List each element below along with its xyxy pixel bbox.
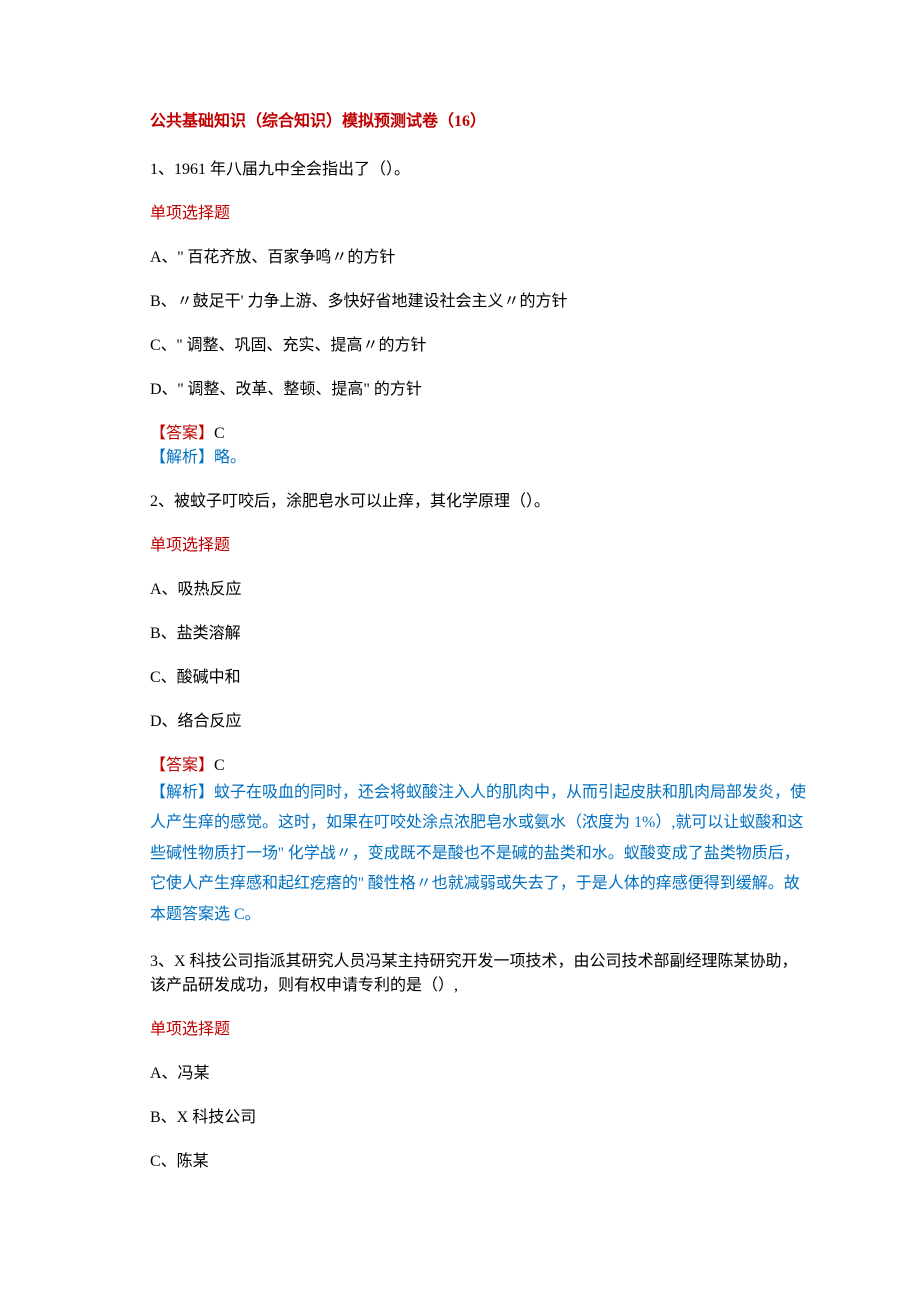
question-2-answer-block: 【答案】C 【解析】蚊子在吸血的同时，还会将蚁酸注入人的肌肉中，从而引起皮肤和肌… (150, 754, 810, 930)
question-2-type: 单项选择题 (150, 534, 810, 558)
question-2-text: 2、被蚊子叮咬后，涂肥皂水可以止痒，其化学原理（）。 (150, 490, 810, 514)
analysis-label: 【解析】 (150, 784, 214, 801)
answer-label: 【答案】 (150, 425, 214, 442)
document-page: 公共基础知识（综合知识）模拟预测试卷（16） 1、1961 年八届九中全会指出了… (0, 0, 920, 1301)
question-1-option-c: C、'' 调整、巩固、充实、提高〃的方针 (150, 334, 810, 358)
question-2-option-a: A、吸热反应 (150, 578, 810, 602)
question-2-option-c: C、酸碱中和 (150, 666, 810, 690)
question-3-option-a: A、冯某 (150, 1062, 810, 1086)
question-1-answer-block: 【答案】C 【解析】略。 (150, 422, 810, 470)
analysis-text: 略。 (214, 449, 246, 466)
question-3-text: 3、X 科技公司指派其研究人员冯某主持研究开发一项技术，由公司技术部副经理陈某协… (150, 950, 810, 998)
answer-label: 【答案】 (150, 757, 214, 774)
question-3-option-b: B、X 科技公司 (150, 1106, 810, 1130)
question-1-option-a: A、'' 百花齐放、百家争鸣〃的方针 (150, 246, 810, 270)
question-3-option-c: C、陈某 (150, 1150, 810, 1174)
document-title: 公共基础知识（综合知识）模拟预测试卷（16） (150, 110, 810, 134)
answer-value: C (214, 425, 225, 442)
analysis-label: 【解析】 (150, 449, 214, 466)
question-1-type: 单项选择题 (150, 202, 810, 226)
answer-value: C (214, 757, 225, 774)
question-2-analysis: 【解析】蚊子在吸血的同时，还会将蚁酸注入人的肌肉中，从而引起皮肤和肌肉局部发炎，… (150, 778, 810, 930)
question-1-option-d: D、'' 调整、改革、整顿、提高" 的方针 (150, 378, 810, 402)
question-2-option-b: B、盐类溶解 (150, 622, 810, 646)
question-1-option-b: B、〃鼓足干' 力争上游、多快好省地建设社会主义〃的方针 (150, 290, 810, 314)
analysis-text: 蚊子在吸血的同时，还会将蚁酸注入人的肌肉中，从而引起皮肤和肌肉局部发炎，使人产生… (150, 784, 806, 923)
question-1-text: 1、1961 年八届九中全会指出了（）。 (150, 158, 810, 182)
question-3-type: 单项选择题 (150, 1018, 810, 1042)
question-2-option-d: D、络合反应 (150, 710, 810, 734)
